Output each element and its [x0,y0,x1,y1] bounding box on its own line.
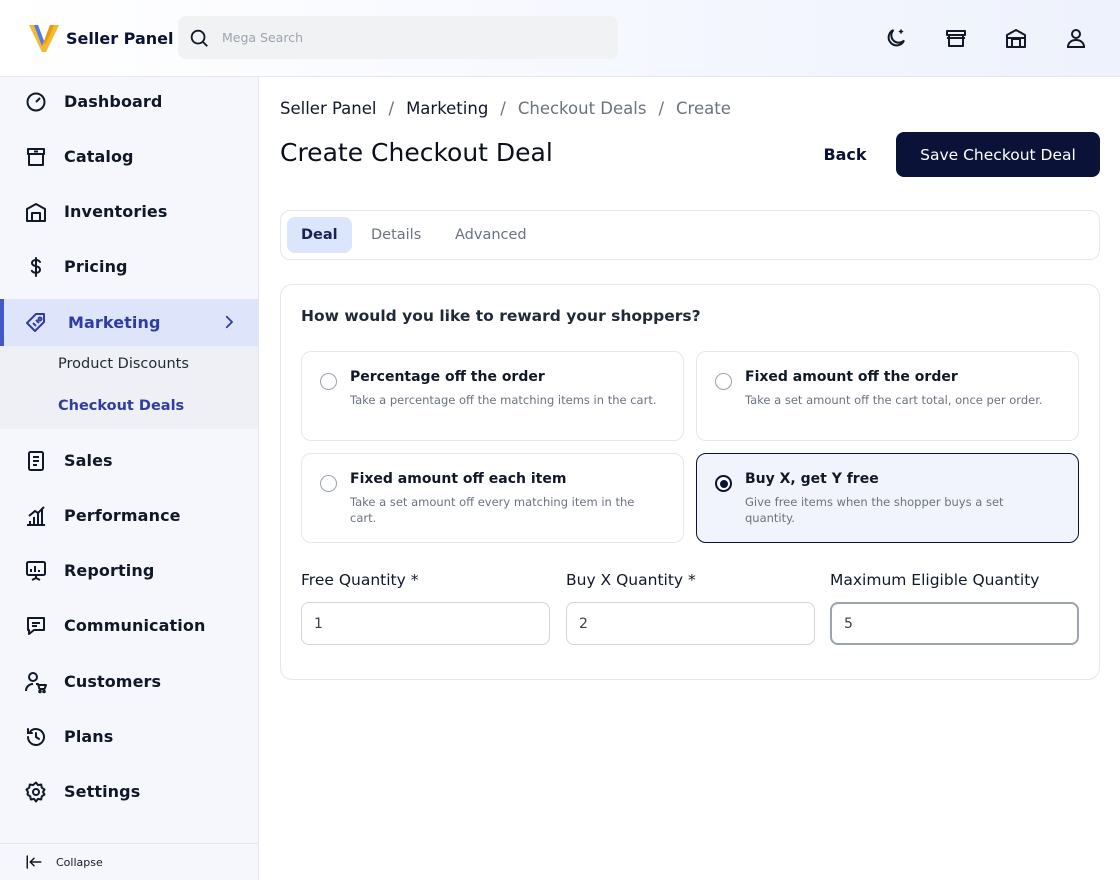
gear-icon [25,781,46,803]
top-bar: Seller Panel [0,0,1120,77]
message-icon [27,617,45,635]
option-title: Buy X, get Y free [745,471,879,487]
page-title: Create Checkout Deal [280,138,553,167]
search-input[interactable] [222,30,582,45]
sidebar-item-performance[interactable]: Performance [0,492,258,539]
user-icon[interactable] [1064,26,1088,50]
breadcrumb-separator: / [388,99,395,118]
buy-x-quantity-input[interactable] [566,602,815,645]
collapse-icon [26,855,42,869]
breadcrumb-separator: / [658,99,665,118]
sidebar-item-label: Reporting [64,561,155,580]
sidebar-item-inventories[interactable]: Inventories [0,188,258,235]
option-title: Percentage off the order [350,369,545,385]
warehouse-icon[interactable] [1004,26,1028,50]
submenu-item-checkout-deals[interactable]: Checkout Deals [58,398,184,414]
sidebar-item-communication[interactable]: Communication [0,602,258,649]
option-fixed-amount-off-each-item[interactable]: Fixed amount off each item Take a set am… [301,453,684,543]
sidebar-item-sales[interactable]: Sales [0,437,258,484]
sidebar-item-dashboard[interactable]: Dashboard [0,78,258,125]
collapse-button[interactable]: Collapse [0,843,258,880]
bar-chart-icon [27,506,45,526]
catalog-icon [27,148,45,166]
app-logo[interactable]: Seller Panel [28,22,173,54]
sidebar-item-label: Performance [64,506,181,525]
radio-button-selected[interactable] [715,475,732,492]
tab-details[interactable]: Details [357,217,435,253]
option-percentage-off-order[interactable]: Percentage off the order Take a percenta… [301,351,684,441]
sidebar-item-label: Communication [64,616,206,635]
search-icon [190,29,208,47]
sidebar-item-label: Inventories [64,202,168,221]
receipt-icon [28,451,44,471]
presentation-icon [26,561,46,581]
free-quantity-input[interactable] [301,602,550,645]
breadcrumb-seller-panel[interactable]: Seller Panel [280,99,377,118]
maximum-eligible-quantity-input[interactable] [830,602,1079,645]
option-description: Give free items when the shopper buys a … [745,495,1004,525]
sidebar-item-marketing[interactable]: Marketing [0,299,258,346]
sidebar-item-plans[interactable]: Plans [0,713,258,760]
sidebar-item-label: Marketing [68,313,161,332]
option-description: Take a set amount off every matching ite… [350,495,635,525]
sidebar-item-label: Dashboard [64,92,163,111]
chevron-right-icon [225,315,234,329]
sidebar-item-label: Customers [64,672,162,691]
radio-button[interactable] [320,373,337,390]
sidebar-item-label: Catalog [64,147,134,166]
tab-bar: Deal Details Advanced [280,210,1100,260]
sidebar-item-reporting[interactable]: Reporting [0,547,258,594]
back-button[interactable]: Back [812,132,878,177]
breadcrumb-checkout-deals[interactable]: Checkout Deals [518,99,647,118]
reward-question: How would you like to reward your shoppe… [301,307,701,325]
sidebar-item-label: Sales [64,451,113,470]
app-name: Seller Panel [66,28,174,48]
option-buy-x-get-y-free[interactable]: Buy X, get Y free Give free items when t… [696,453,1079,543]
option-title: Fixed amount off the order [745,369,958,385]
moon-icon[interactable] [884,26,908,50]
dollar-icon [30,257,42,277]
collapse-label: Collapse [56,855,103,869]
sidebar-item-label: Pricing [64,257,128,276]
gauge-icon [26,92,46,112]
breadcrumb: Seller Panel / Marketing / Checkout Deal… [280,99,731,118]
deal-card: How would you like to reward your shoppe… [280,284,1100,680]
free-quantity-label: Free Quantity * [301,571,419,589]
sidebar-item-pricing[interactable]: Pricing [0,243,258,290]
breadcrumb-create: Create [676,99,731,118]
tag-icon [26,313,45,332]
option-description: Take a percentage off the matching items… [350,393,657,407]
maximum-eligible-quantity-label: Maximum Eligible Quantity [830,571,1040,589]
option-fixed-amount-off-order[interactable]: Fixed amount off the order Take a set am… [696,351,1079,441]
tab-advanced[interactable]: Advanced [441,217,541,253]
warehouse-icon [26,203,46,222]
option-title: Fixed amount off each item [350,471,567,487]
sidebar-item-settings[interactable]: Settings [0,768,258,815]
radio-button[interactable] [715,373,732,390]
marketing-submenu: Product Discounts Checkout Deals [0,346,258,429]
sidebar-item-label: Plans [64,727,114,746]
sidebar-item-label: Settings [64,782,141,801]
radio-button[interactable] [320,475,337,492]
breadcrumb-marketing[interactable]: Marketing [406,99,488,118]
submenu-item-product-discounts[interactable]: Product Discounts [58,356,189,372]
breadcrumb-separator: / [500,99,506,118]
save-checkout-deal-button[interactable]: Save Checkout Deal [896,132,1100,177]
sidebar-item-customers[interactable]: Customers [0,658,258,705]
history-icon [27,728,45,746]
tab-deal[interactable]: Deal [287,217,352,253]
sidebar: Dashboard Catalog Inventories Pricing Ma… [0,77,259,880]
sidebar-item-catalog[interactable]: Catalog [0,133,258,180]
search-bar[interactable] [178,16,618,59]
customers-icon [25,672,47,694]
option-description: Take a set amount off the cart total, on… [745,393,1043,407]
logo-icon [29,25,59,52]
store-icon[interactable] [944,26,968,50]
buy-x-quantity-label: Buy X Quantity * [566,571,696,589]
